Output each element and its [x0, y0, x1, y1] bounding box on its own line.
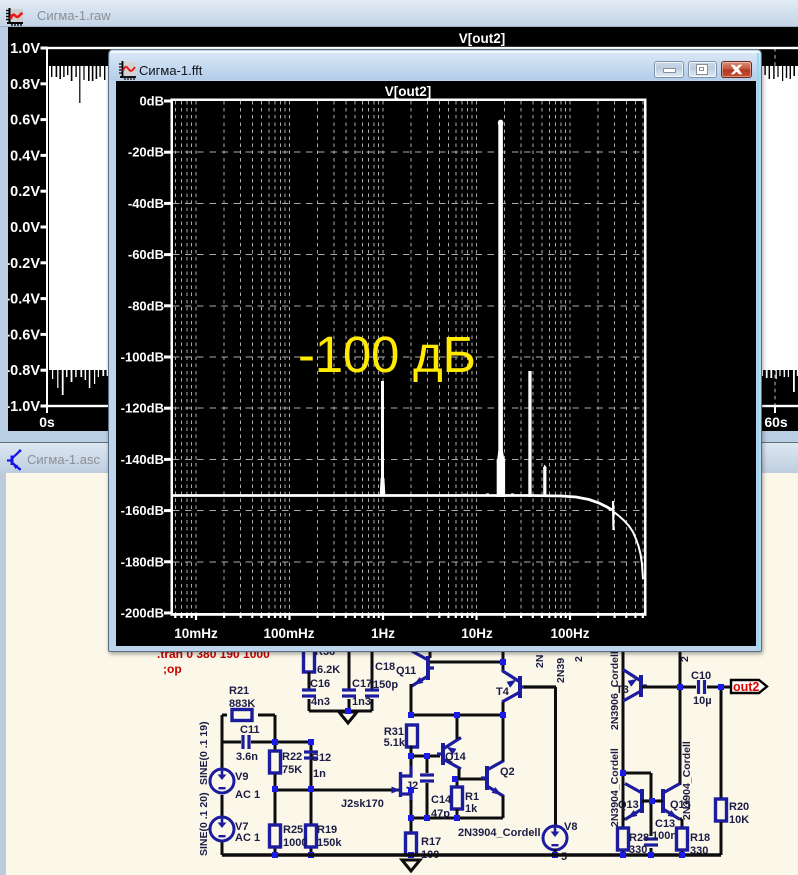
- svg-text:2N: 2N: [534, 655, 546, 668]
- svg-text:100mHz: 100mHz: [263, 626, 314, 641]
- svg-text:out2: out2: [733, 680, 759, 694]
- svg-text:1.0V: 1.0V: [10, 41, 40, 57]
- svg-text:T4: T4: [496, 686, 510, 698]
- svg-text:R25: R25: [283, 824, 303, 836]
- svg-text:1000: 1000: [283, 837, 307, 849]
- svg-text:SINE(0 .1 19): SINE(0 .1 19): [198, 721, 210, 785]
- svg-text:0.8V: 0.8V: [10, 77, 40, 93]
- svg-text:C10: C10: [691, 670, 711, 682]
- svg-text:-40dB: -40dB: [128, 196, 164, 211]
- svg-text:AC 1: AC 1: [235, 789, 260, 801]
- svg-text:1k: 1k: [465, 803, 478, 815]
- svg-text:-0.8V: -0.8V: [8, 363, 40, 379]
- svg-text:60s: 60s: [764, 414, 788, 430]
- svg-text:J2sk170: J2sk170: [341, 798, 384, 810]
- svg-text:10mHz: 10mHz: [174, 626, 218, 641]
- svg-text:Q11: Q11: [396, 665, 416, 677]
- svg-text:0.6V: 0.6V: [10, 113, 40, 129]
- svg-text:0.0V: 0.0V: [10, 220, 40, 236]
- svg-text:R19: R19: [317, 824, 337, 836]
- svg-text:2N39: 2N39: [555, 658, 567, 683]
- svg-text:-0.6V: -0.6V: [8, 327, 40, 343]
- svg-text:10Hz: 10Hz: [461, 626, 493, 641]
- svg-text:-200dB: -200dB: [121, 606, 164, 621]
- svg-text:2N3906_Cordell: 2N3906_Cordell: [609, 651, 621, 730]
- svg-text:R21: R21: [229, 685, 249, 697]
- svg-text:C12: C12: [311, 752, 331, 764]
- svg-text:1n3: 1n3: [352, 696, 371, 708]
- svg-text:-140dB: -140dB: [121, 452, 164, 467]
- svg-text:R17: R17: [421, 836, 441, 848]
- svg-text:10µ: 10µ: [693, 695, 712, 707]
- svg-text:C11: C11: [240, 724, 260, 736]
- svg-text:1Hz: 1Hz: [371, 626, 395, 641]
- svg-text:10K: 10K: [729, 814, 749, 826]
- svg-text:R22: R22: [282, 751, 302, 763]
- svg-text:R28: R28: [629, 832, 649, 844]
- svg-text:C14: C14: [431, 794, 452, 806]
- svg-text:V[out2]: V[out2]: [385, 84, 432, 99]
- svg-text:1n: 1n: [313, 768, 326, 780]
- svg-text:883K: 883K: [229, 698, 255, 710]
- svg-text:5: 5: [561, 851, 567, 863]
- svg-text:2: 2: [573, 656, 585, 662]
- svg-text:2N3904_Cordell: 2N3904_Cordell: [458, 827, 541, 839]
- svg-text:100n: 100n: [652, 830, 677, 842]
- svg-text:2N3904_Cordell: 2N3904_Cordell: [609, 748, 621, 827]
- svg-text:Q13: Q13: [618, 799, 639, 811]
- svg-text:R20: R20: [729, 801, 749, 813]
- svg-text:-100dB: -100dB: [121, 350, 164, 365]
- svg-text:150k: 150k: [317, 837, 342, 849]
- svg-text:-160dB: -160dB: [121, 503, 164, 518]
- svg-text:C18: C18: [375, 661, 395, 673]
- svg-text:C17: C17: [352, 678, 372, 690]
- svg-text:SINE(0 .1 20): SINE(0 .1 20): [198, 792, 210, 856]
- svg-text:C16: C16: [310, 678, 330, 690]
- svg-text:Q2: Q2: [500, 766, 515, 778]
- svg-text:0.4V: 0.4V: [10, 148, 40, 164]
- svg-text:0dB: 0dB: [139, 94, 164, 109]
- svg-text:;op: ;op: [163, 662, 182, 676]
- svg-text:-0.4V: -0.4V: [8, 292, 40, 308]
- svg-text:3.6n: 3.6n: [236, 751, 258, 763]
- svg-text:150p: 150p: [373, 679, 398, 691]
- svg-text:-20dB: -20dB: [128, 145, 164, 160]
- svg-text:-0.2V: -0.2V: [8, 256, 40, 272]
- svg-text:AC 1: AC 1: [235, 832, 260, 844]
- svg-text:0s: 0s: [39, 414, 55, 430]
- svg-text:-60dB: -60dB: [128, 247, 164, 262]
- svg-text:6.2K: 6.2K: [317, 664, 340, 676]
- svg-text:V8: V8: [564, 821, 577, 833]
- svg-text:75K: 75K: [282, 764, 302, 776]
- svg-text:C13: C13: [655, 818, 675, 830]
- svg-text:47p: 47p: [431, 808, 450, 820]
- svg-text:-100 дБ: -100 дБ: [298, 326, 476, 383]
- svg-text:-80dB: -80dB: [128, 298, 164, 313]
- svg-text:V[out2]: V[out2]: [459, 31, 506, 46]
- svg-text:2N3904_Cordell: 2N3904_Cordell: [681, 741, 693, 820]
- svg-text:-1.0V: -1.0V: [8, 399, 40, 415]
- svg-text:100Hz: 100Hz: [550, 626, 589, 641]
- svg-text:-120dB: -120dB: [121, 401, 164, 416]
- svg-text:-180dB: -180dB: [121, 554, 164, 569]
- svg-text:Q14: Q14: [445, 751, 467, 763]
- svg-text:5.1k: 5.1k: [384, 737, 406, 749]
- svg-text:0.2V: 0.2V: [10, 184, 40, 200]
- svg-text:R1: R1: [465, 791, 479, 803]
- svg-text:V9: V9: [235, 771, 248, 783]
- svg-text:R18: R18: [690, 832, 710, 844]
- svg-text:4n3: 4n3: [311, 696, 330, 708]
